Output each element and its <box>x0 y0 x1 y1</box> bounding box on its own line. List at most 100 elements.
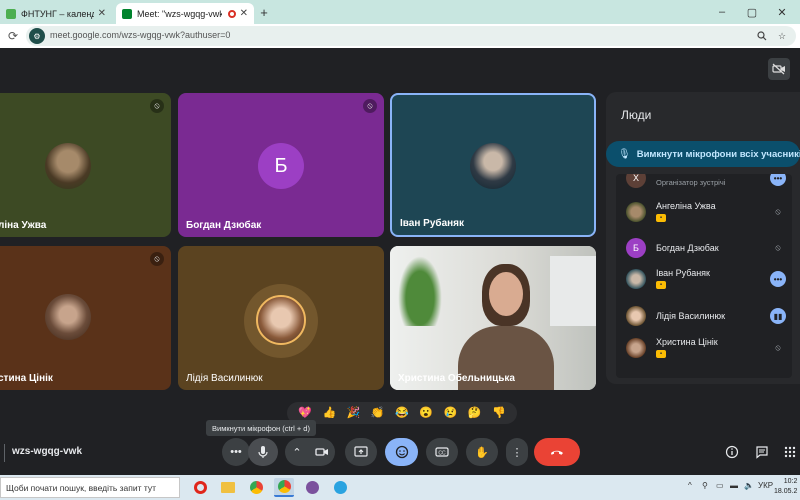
speaking-indicator-icon[interactable]: ▮▮ <box>770 308 786 324</box>
participant-tile[interactable]: ⦸ стина Цінік <box>0 246 171 390</box>
calendar-favicon-icon <box>6 8 16 19</box>
participant-name: Христина Обельницька <box>398 373 515 384</box>
reload-icon[interactable]: ⟳ <box>4 26 22 46</box>
close-window-button[interactable]: ✕ <box>772 2 792 22</box>
reaction-thinking[interactable]: 🤔 <box>468 407 482 419</box>
participant-name: Лідія Василинюк <box>186 373 263 384</box>
usb-icon[interactable]: ⚲ <box>702 481 708 490</box>
mic-off-icon[interactable]: ⦸ <box>770 240 786 256</box>
reaction-sad[interactable]: 😢 <box>444 407 458 419</box>
participant-name: Іван Рубаняк <box>656 268 710 278</box>
audio-settings-button[interactable]: ••• <box>222 438 250 466</box>
chrome-app-icon[interactable] <box>246 478 266 497</box>
reaction-clap[interactable]: 👏 <box>371 407 385 419</box>
viber-app-icon[interactable] <box>302 478 322 497</box>
minimize-window-button[interactable]: – <box>712 2 732 22</box>
participant-video-tile[interactable]: Христина Обельницька <box>390 246 596 390</box>
participant-row[interactable]: Х Організатор зустрічі ••• <box>616 174 792 194</box>
chat-icon[interactable] <box>752 442 772 462</box>
reaction-thumbs-up[interactable]: 👍 <box>322 407 336 419</box>
meet-favicon-icon <box>122 8 132 19</box>
participant-tile[interactable]: ⦸ Б Богдан Дзюбак <box>178 93 384 237</box>
more-options-icon[interactable]: ••• <box>770 271 786 287</box>
mic-off-icon[interactable]: ⦸ <box>770 204 786 220</box>
tab-meet[interactable]: Meet: "wzs-wgqg-vwk" ✕ <box>116 3 254 24</box>
zoom-icon[interactable] <box>756 30 768 42</box>
captions-button[interactable]: CC <box>426 438 458 466</box>
new-tab-button[interactable]: + <box>256 3 272 21</box>
meeting-details-info-icon[interactable] <box>722 442 742 462</box>
avatar: Х <box>626 174 646 188</box>
activities-grid-icon[interactable] <box>780 442 800 462</box>
participant-name: стина Цінік <box>0 373 53 384</box>
close-tab-icon[interactable]: ✕ <box>240 8 248 19</box>
raise-hand-button[interactable]: ✋ <box>466 438 498 466</box>
participant-row[interactable]: Іван Рубаняк ▪ ••• <box>616 265 792 295</box>
site-info-icon[interactable]: ⚙ <box>29 28 45 44</box>
reactions-button[interactable] <box>385 438 418 466</box>
file-explorer-icon[interactable] <box>218 478 238 497</box>
microphone-icon <box>258 446 268 458</box>
participant-tile[interactable]: ⦸ ліна Ужва <box>0 93 171 237</box>
mic-off-icon[interactable]: ⦸ <box>770 340 786 356</box>
taskbar-clock[interactable]: 10:2 18.05.2 <box>774 477 797 497</box>
mute-all-button[interactable]: 🎙 Вимкнути мікрофони всіх учасників <box>606 141 800 167</box>
network-icon[interactable]: ▭ <box>716 481 724 490</box>
hang-up-icon <box>551 450 563 455</box>
camera-settings-button[interactable]: ⌃ <box>285 438 309 466</box>
present-icon <box>354 446 368 457</box>
mic-off-icon: 🎙 <box>618 148 631 160</box>
participant-avatar <box>45 143 91 189</box>
windows-taskbar: Щоби почати пошук, введіть запит тут ^ ⚲… <box>0 475 800 500</box>
tab-calendar[interactable]: ФНТУНГ – календар - 4 дні, н ✕ <box>0 3 112 24</box>
address-bar[interactable]: ⚙ meet.google.com/wzs-wgqg-vwk?authuser=… <box>26 26 796 46</box>
participant-tile[interactable]: Лідія Василинюк <box>178 246 384 390</box>
volume-icon[interactable]: 🔈 <box>744 481 754 490</box>
avatar <box>626 269 646 289</box>
bookmark-star-icon[interactable]: ☆ <box>776 30 788 42</box>
people-panel: Люди 🎙 Вимкнути мікрофони всіх учасників… <box>606 92 800 384</box>
more-options-icon[interactable]: ••• <box>770 174 786 186</box>
keyboard-language[interactable]: УКР <box>758 481 773 490</box>
telegram-app-icon[interactable] <box>330 478 350 497</box>
more-options-button[interactable]: ⋮ <box>506 438 528 466</box>
participant-avatar <box>470 143 516 189</box>
participant-row[interactable]: Христина Цінік ▪ ⦸ <box>616 334 792 364</box>
reaction-party[interactable]: 🎉 <box>347 407 361 419</box>
participant-row[interactable]: Ангеліна Ужва ▪ ⦸ <box>616 198 792 228</box>
tab-title: ФНТУНГ – календар - 4 дні, н <box>21 8 94 19</box>
reaction-thumbs-down[interactable]: 👎 <box>492 407 506 419</box>
recording-indicator-icon <box>227 9 236 18</box>
mic-off-icon: ⦸ <box>150 99 164 113</box>
maximize-window-button[interactable]: ▢ <box>742 2 762 22</box>
present-screen-button[interactable] <box>345 438 377 466</box>
battery-icon[interactable]: ▬ <box>730 481 738 490</box>
avatar <box>626 306 646 326</box>
participant-tile-active-speaker[interactable]: Іван Рубаняк <box>390 93 596 237</box>
close-tab-icon[interactable]: ✕ <box>98 8 106 19</box>
reaction-heart[interactable]: 💖 <box>298 407 312 419</box>
opera-app-icon[interactable] <box>190 478 210 497</box>
tray-chevron-icon[interactable]: ^ <box>688 481 692 490</box>
reaction-laugh[interactable]: 😂 <box>395 407 409 419</box>
hand-icon: ✋ <box>475 446 489 459</box>
participant-name: Лідія Василинюк <box>656 311 726 321</box>
external-badge-icon: ▪ <box>656 350 666 358</box>
participant-avatar <box>45 294 91 340</box>
participant-row[interactable]: Лідія Василинюк ▮▮ <box>616 302 792 332</box>
reaction-surprised[interactable]: 😮 <box>419 407 433 419</box>
microphone-button[interactable] <box>248 438 278 466</box>
participant-row[interactable]: Б Богдан Дзюбак ⦸ <box>616 234 792 264</box>
camera-button[interactable] <box>309 438 335 466</box>
meeting-code: wzs-wgqg-vwk <box>12 446 83 457</box>
taskbar-search-input[interactable]: Щоби почати пошук, введіть запит тут <box>0 477 180 498</box>
leave-call-button[interactable] <box>534 438 580 466</box>
chrome-active-app-icon[interactable] <box>274 478 294 497</box>
mute-all-label: Вимкнути мікрофони всіх учасників <box>636 148 800 160</box>
participant-avatar: Б <box>258 143 304 189</box>
participant-role: Організатор зустрічі <box>656 178 726 187</box>
panel-title: Люди <box>621 108 652 122</box>
plant-decoration <box>398 256 442 326</box>
camera-off-indicator-icon[interactable] <box>768 58 790 80</box>
participant-name: Богдан Дзюбак <box>656 243 719 253</box>
